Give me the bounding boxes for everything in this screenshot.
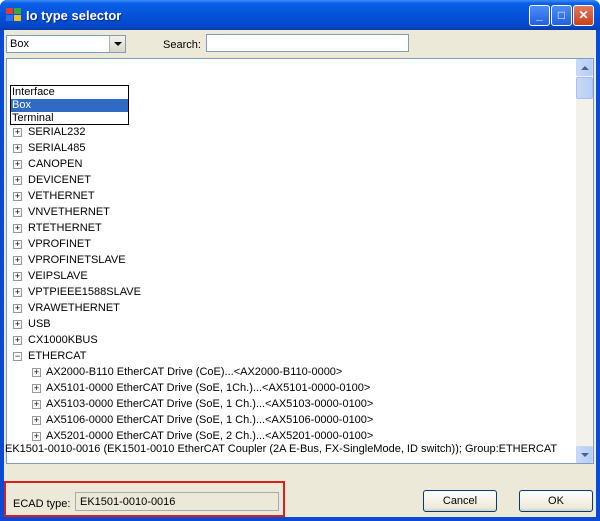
expand-icon[interactable]: + <box>13 208 22 217</box>
ecad-type-field: EK1501-0010-0016 <box>75 492 279 511</box>
title-bar[interactable]: Io type selector _ □ ✕ <box>0 0 600 30</box>
tree-node-label: DEVICENET <box>28 174 91 186</box>
expand-icon[interactable]: + <box>13 272 22 281</box>
expand-icon[interactable]: + <box>13 336 22 345</box>
dialog-window: Io type selector _ □ ✕ Box Search: +LOCA… <box>0 0 600 521</box>
tree-node-label: ETHERCAT <box>28 350 87 362</box>
tree-node-label: AX5201-0000 EtherCAT Drive (SoE, 2 Ch.).… <box>46 430 374 442</box>
expand-icon[interactable]: + <box>32 384 41 393</box>
search-label: Search: <box>163 39 201 51</box>
expand-icon[interactable]: + <box>32 368 41 377</box>
expand-icon[interactable]: + <box>13 224 22 233</box>
search-input[interactable] <box>206 34 409 52</box>
selection-description: EK1501-0010-0016 (EK1501-0010 EtherCAT C… <box>5 443 558 455</box>
type-filter-dropdown[interactable]: Interface Box Terminal <box>10 85 129 125</box>
expand-icon[interactable]: + <box>32 400 41 409</box>
expand-icon[interactable]: + <box>13 176 22 185</box>
cancel-button[interactable]: Cancel <box>423 490 497 512</box>
scroll-down-icon[interactable] <box>576 446 593 463</box>
expand-icon[interactable]: + <box>13 192 22 201</box>
dropdown-option-interface[interactable]: Interface <box>11 86 128 99</box>
dropdown-option-box[interactable]: Box <box>11 99 128 112</box>
close-button[interactable]: ✕ <box>573 5 594 26</box>
type-filter-value: Box <box>10 38 29 50</box>
expand-icon[interactable]: + <box>13 128 22 137</box>
expand-icon[interactable]: + <box>32 432 41 441</box>
minimize-button[interactable]: _ <box>529 5 550 26</box>
collapse-icon[interactable]: − <box>13 352 22 361</box>
expand-icon[interactable]: + <box>13 288 22 297</box>
tree-node-label: CANOPEN <box>28 158 83 170</box>
expand-icon[interactable]: + <box>13 304 22 313</box>
tree-node-label: AX5106-0000 EtherCAT Drive (SoE, 1 Ch.).… <box>46 414 374 426</box>
scroll-thumb[interactable] <box>576 77 593 99</box>
dialog-client-area: Box Search: +LOCALKBUS+SERCOS+SERIAL232+… <box>4 30 596 517</box>
tree-node-label: USB <box>28 318 51 330</box>
dropdown-option-terminal[interactable]: Terminal <box>11 112 128 125</box>
tree-node-label: VPROFINETSLAVE <box>28 254 126 266</box>
tree-node-label: VPTPIEEE1588SLAVE <box>28 286 141 298</box>
maximize-button[interactable]: □ <box>551 5 572 26</box>
tree-node-label: AX5103-0000 EtherCAT Drive (SoE, 1 Ch.).… <box>46 398 374 410</box>
type-filter-combo[interactable]: Box <box>6 35 126 53</box>
tree-node-label: VNVETHERNET <box>28 206 110 218</box>
window-title: Io type selector <box>26 8 122 23</box>
chevron-down-icon[interactable] <box>109 36 125 52</box>
tree-node-label: RTETHERNET <box>28 222 102 234</box>
tree-node-label: VEIPSLAVE <box>28 270 88 282</box>
expand-icon[interactable]: + <box>13 160 22 169</box>
tree-node-label: SERIAL485 <box>28 142 86 154</box>
app-icon <box>6 8 22 22</box>
tree-node-label: AX2000-B110 EtherCAT Drive (CoE)...<AX20… <box>46 366 343 378</box>
tree-node-label: VRAWETHERNET <box>28 302 120 314</box>
expand-icon[interactable]: + <box>13 320 22 329</box>
expand-icon[interactable]: + <box>13 256 22 265</box>
tree-node-label: SERIAL232 <box>28 126 86 138</box>
expand-icon[interactable]: + <box>32 416 41 425</box>
ecad-type-label: ECAD type: <box>13 498 71 510</box>
vertical-scrollbar[interactable] <box>576 59 593 463</box>
scroll-up-icon[interactable] <box>576 59 593 76</box>
tree-node-label: VETHERNET <box>28 190 95 202</box>
tree-node-label: VPROFINET <box>28 238 91 250</box>
tree-node-label: AX5101-0000 EtherCAT Drive (SoE, 1Ch.)..… <box>46 382 371 394</box>
expand-icon[interactable]: + <box>13 240 22 249</box>
tree-node-label: CX1000KBUS <box>28 334 98 346</box>
expand-icon[interactable]: + <box>13 144 22 153</box>
ok-button[interactable]: OK <box>519 490 593 512</box>
